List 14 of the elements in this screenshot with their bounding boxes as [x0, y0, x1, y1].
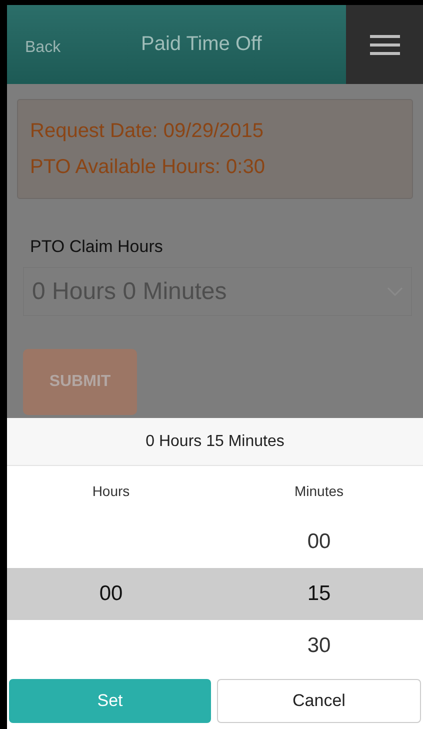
picker-option[interactable]: 15	[307, 582, 331, 605]
menu-icon	[370, 34, 400, 56]
picker-option[interactable]: 00	[307, 530, 331, 553]
cancel-button[interactable]: Cancel	[217, 679, 421, 723]
picker-option[interactable]: 00	[99, 582, 123, 605]
picker-summary: 0 Hours 15 Minutes	[7, 418, 423, 466]
field-label: PTO Claim Hours	[30, 237, 164, 257]
info-text: PTO Available Hours: 0:30	[30, 155, 266, 180]
menu-button[interactable]	[346, 5, 423, 84]
picker-option[interactable]: 30	[307, 634, 331, 657]
info-text: Request Date: 09/29/2015	[30, 119, 265, 144]
column-heading: Hours	[91, 483, 131, 499]
page-title: Paid Time Off	[141, 33, 263, 56]
column-heading: Minutes	[293, 483, 345, 499]
